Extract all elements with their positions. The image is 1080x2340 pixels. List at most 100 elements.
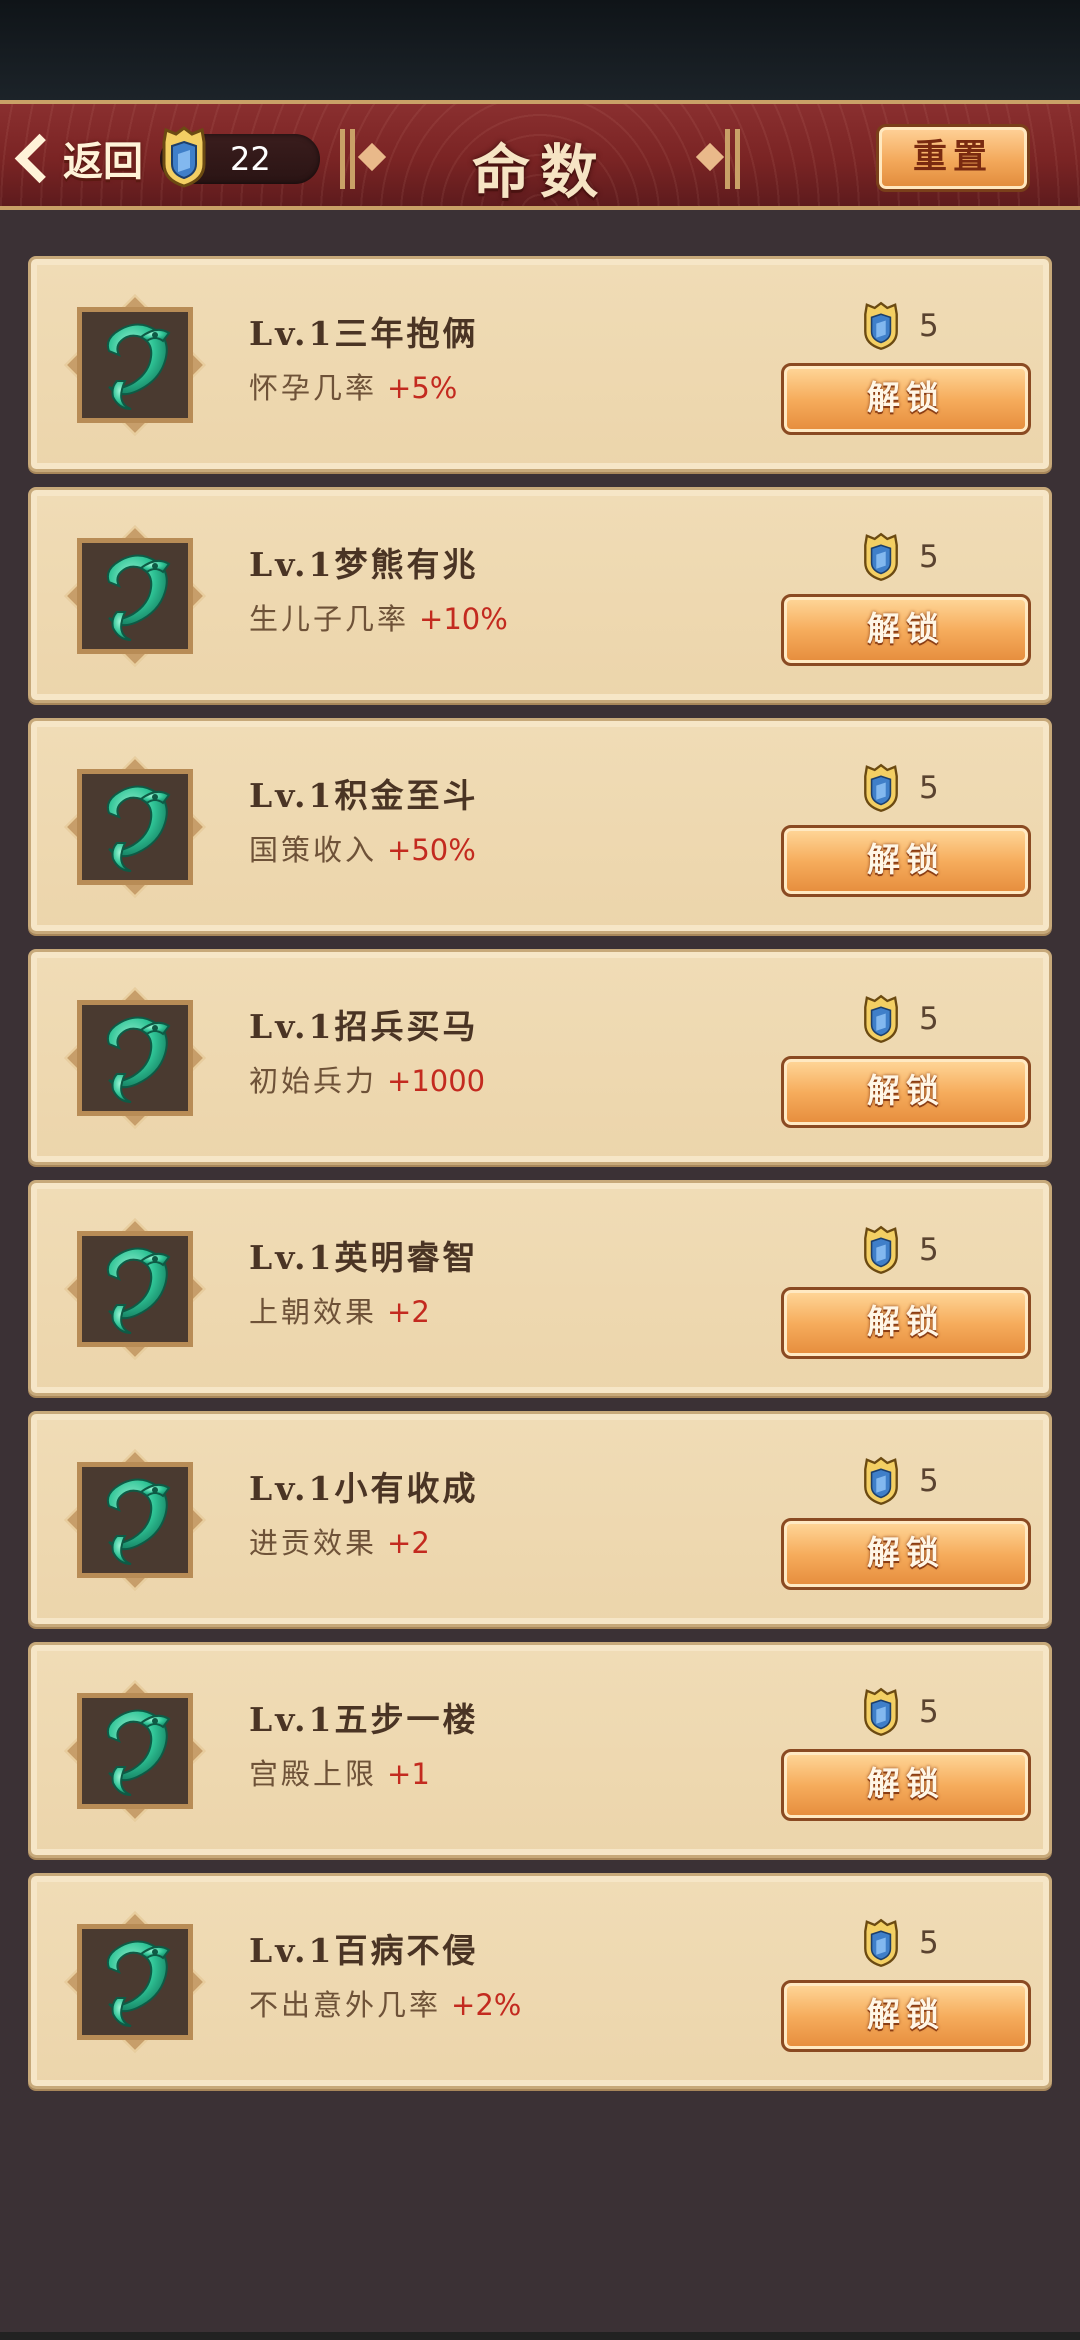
jade-dragon-icon [106, 1016, 171, 1103]
card-cost-value: 5 [919, 1232, 939, 1268]
shield-badge-icon [162, 126, 206, 188]
jade-dragon-icon [106, 1247, 171, 1334]
fate-card: Lv.1积金至斗 国策收入 +50% 5 解锁 [28, 718, 1052, 934]
card-effect-bonus: +2 [387, 1526, 430, 1560]
card-cost: 5 [859, 530, 939, 584]
page-title: 命数 [471, 138, 608, 206]
card-effect-bonus: +2% [451, 1988, 522, 2022]
title-area: 命数 [340, 119, 740, 206]
shield-badge-icon [864, 763, 898, 813]
card-cost: 5 [859, 1685, 939, 1739]
card-effect-label: 初始兵力 [249, 1064, 378, 1098]
card-icon-frame [64, 987, 206, 1129]
card-name: Lv.1百病不侵 [249, 1931, 479, 1970]
fate-card: Lv.1三年抱俩 怀孕几率 +5% 5 解锁 [28, 256, 1052, 472]
shield-badge-icon [864, 301, 898, 351]
card-name: Lv.1三年抱俩 [249, 314, 479, 353]
jade-dragon-icon [106, 1709, 171, 1796]
card-cost-value: 5 [919, 1694, 939, 1730]
card-effect-bonus: +1000 [387, 1064, 486, 1098]
card-name: Lv.1五步一楼 [249, 1700, 479, 1739]
header-bar: 返回 22 命数 重置 [0, 100, 1080, 210]
shield-badge-icon [864, 1687, 898, 1737]
back-button[interactable]: 返回 [12, 126, 143, 190]
card-icon-frame [64, 1218, 206, 1360]
shield-badge-icon [864, 1918, 898, 1968]
card-effect: 生儿子几率 +10% [249, 596, 508, 638]
card-name: Lv.1招兵买马 [249, 1007, 479, 1046]
jade-dragon-icon [106, 323, 171, 410]
unlock-button[interactable]: 解锁 [781, 1518, 1031, 1590]
unlock-button[interactable]: 解锁 [781, 1056, 1031, 1128]
card-effect: 上朝效果 +2 [249, 1289, 430, 1331]
card-effect-label: 国策收入 [249, 833, 378, 867]
card-effect-label: 进贡效果 [249, 1526, 378, 1560]
card-cost: 5 [859, 992, 939, 1046]
points-value: 22 [230, 140, 271, 178]
fate-list: Lv.1三年抱俩 怀孕几率 +5% 5 解锁 Lv.1梦熊有兆 生儿子几率 +1… [28, 256, 1052, 2104]
back-arrow-icon [14, 133, 65, 183]
unlock-button[interactable]: 解锁 [781, 1749, 1031, 1821]
card-icon-frame [64, 1911, 206, 2053]
jade-dragon-icon [106, 1940, 171, 2027]
card-cost-value: 5 [919, 308, 939, 344]
jade-dragon-icon [106, 1478, 171, 1565]
fate-card: Lv.1招兵买马 初始兵力 +1000 5 解锁 [28, 949, 1052, 1165]
bottom-bar [0, 2332, 1080, 2340]
card-icon-frame [64, 525, 206, 667]
card-name: Lv.1梦熊有兆 [249, 545, 479, 584]
card-cost-value: 5 [919, 770, 939, 806]
card-icon-frame [64, 294, 206, 436]
points-counter: 22 [160, 126, 320, 188]
card-name: Lv.1英明睿智 [249, 1238, 479, 1277]
card-cost: 5 [859, 1916, 939, 1970]
card-effect-bonus: +2 [387, 1295, 430, 1329]
card-effect-label: 不出意外几率 [249, 1988, 442, 2022]
back-label: 返回 [63, 138, 143, 185]
card-effect-bonus: +50% [387, 833, 476, 867]
shield-badge-icon [864, 994, 898, 1044]
unlock-button[interactable]: 解锁 [781, 1980, 1031, 2052]
card-cost-value: 5 [919, 1463, 939, 1499]
shield-badge-icon [864, 1225, 898, 1275]
jade-dragon-icon [106, 554, 171, 641]
card-cost-value: 5 [919, 1001, 939, 1037]
card-effect-label: 上朝效果 [249, 1295, 378, 1329]
status-strip [0, 0, 1080, 100]
card-name: Lv.1积金至斗 [249, 776, 479, 815]
unlock-button[interactable]: 解锁 [781, 825, 1031, 897]
fate-card: Lv.1百病不侵 不出意外几率 +2% 5 解锁 [28, 1873, 1052, 2089]
unlock-button[interactable]: 解锁 [781, 594, 1031, 666]
card-effect-label: 怀孕几率 [249, 371, 378, 405]
card-cost: 5 [859, 761, 939, 815]
card-icon-frame [64, 1680, 206, 1822]
card-effect: 国策收入 +50% [249, 827, 476, 869]
card-effect-bonus: +5% [387, 371, 458, 405]
shield-badge-icon [864, 532, 898, 582]
card-effect: 初始兵力 +1000 [249, 1058, 485, 1100]
fate-card: Lv.1梦熊有兆 生儿子几率 +10% 5 解锁 [28, 487, 1052, 703]
card-effect: 怀孕几率 +5% [249, 365, 457, 407]
card-cost: 5 [859, 1454, 939, 1508]
card-icon-frame [64, 756, 206, 898]
fate-card: Lv.1五步一楼 宫殿上限 +1 5 解锁 [28, 1642, 1052, 1858]
card-icon-frame [64, 1449, 206, 1591]
card-effect-label: 生儿子几率 [249, 602, 410, 636]
card-cost-value: 5 [919, 539, 939, 575]
card-cost-value: 5 [919, 1925, 939, 1961]
card-effect-bonus: +10% [419, 602, 508, 636]
card-effect: 宫殿上限 +1 [249, 1751, 430, 1793]
app-screen: 返回 22 命数 重置 Lv.1三年抱俩 怀孕几率 +5% 5 解锁 Lv.1梦… [0, 0, 1080, 2340]
reset-button[interactable]: 重置 [876, 124, 1030, 192]
shield-badge-icon [864, 1456, 898, 1506]
card-effect-bonus: +1 [387, 1757, 430, 1791]
title-ornament-right [695, 129, 740, 189]
fate-card: Lv.1小有收成 进贡效果 +2 5 解锁 [28, 1411, 1052, 1627]
unlock-button[interactable]: 解锁 [781, 1287, 1031, 1359]
unlock-button[interactable]: 解锁 [781, 363, 1031, 435]
fate-card: Lv.1英明睿智 上朝效果 +2 5 解锁 [28, 1180, 1052, 1396]
card-effect: 进贡效果 +2 [249, 1520, 430, 1562]
card-effect-label: 宫殿上限 [249, 1757, 378, 1791]
jade-dragon-icon [106, 785, 171, 872]
card-cost: 5 [859, 1223, 939, 1277]
